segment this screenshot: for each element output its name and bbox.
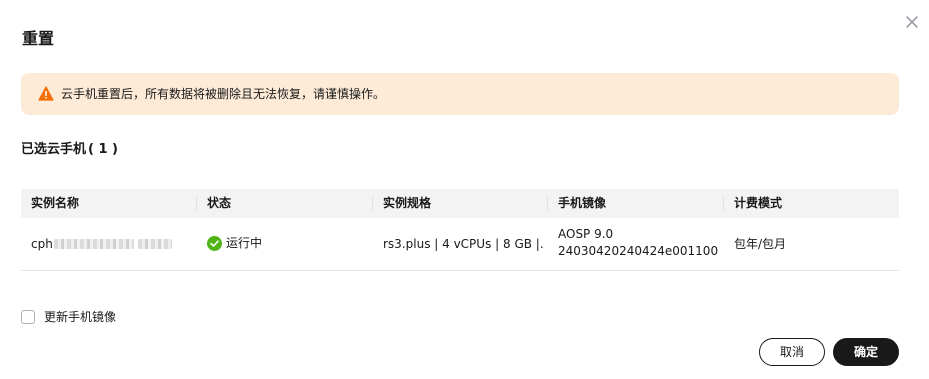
warning-banner: 云手机重置后，所有数据将被删除且无法恢复，请谨慎操作。 xyxy=(21,73,899,115)
column-divider xyxy=(723,196,724,211)
close-icon[interactable] xyxy=(903,13,921,31)
update-image-checkbox[interactable] xyxy=(21,310,35,324)
column-header-instance-name: 实例名称 xyxy=(31,196,80,210)
column-header-image: 手机镜像 xyxy=(558,196,607,210)
column-divider xyxy=(547,196,548,211)
column-header-spec: 实例规格 xyxy=(383,196,432,210)
dialog-title: 重置 xyxy=(22,29,55,48)
selected-label: 已选云手机 xyxy=(21,142,87,157)
status-text: 运行中 xyxy=(226,236,263,250)
update-image-option[interactable]: 更新手机镜像 xyxy=(21,308,116,326)
redacted-name xyxy=(137,239,172,249)
status-cell: 运行中 xyxy=(207,234,262,252)
column-divider xyxy=(372,196,373,211)
table-row: cph 运行中 rs3.plus | 4 vCPUs | 8 GB |... A… xyxy=(21,218,899,271)
selected-phones-heading: 已选云手机( 1 ) xyxy=(21,141,118,159)
running-check-icon xyxy=(207,235,222,251)
spec-cell: rs3.plus | 4 vCPUs | 8 GB |... xyxy=(383,237,543,251)
confirm-button[interactable]: 确定 xyxy=(833,338,899,366)
image-id: 24030420240424e001100... xyxy=(558,244,718,258)
instance-name-prefix: cph xyxy=(31,237,53,251)
column-header-billing: 计费模式 xyxy=(734,196,783,210)
selected-phones-table: 实例名称 状态 实例规格 手机镜像 计费模式 cph 运行中 rs3.plus … xyxy=(21,189,899,271)
instance-name-cell: cph xyxy=(31,235,172,253)
reset-dialog: 重置 云手机重置后，所有数据将被删除且无法恢复，请谨慎操作。 已选云手机( 1 … xyxy=(0,0,929,379)
redacted-name xyxy=(53,239,134,249)
image-name: AOSP 9.0 xyxy=(558,227,614,241)
warning-text: 云手机重置后，所有数据将被删除且无法恢复，请谨慎操作。 xyxy=(61,87,386,101)
cancel-button[interactable]: 取消 xyxy=(759,338,825,366)
column-divider xyxy=(196,196,197,211)
table-header: 实例名称 状态 实例规格 手机镜像 计费模式 xyxy=(21,189,899,218)
selected-count: ( 1 ) xyxy=(88,142,118,157)
column-header-status: 状态 xyxy=(207,196,232,210)
update-image-label: 更新手机镜像 xyxy=(44,310,117,324)
warning-triangle-icon xyxy=(38,86,54,101)
billing-cell: 包年/包月 xyxy=(734,237,787,251)
image-cell: AOSP 9.0 24030420240424e001100... xyxy=(558,226,718,260)
